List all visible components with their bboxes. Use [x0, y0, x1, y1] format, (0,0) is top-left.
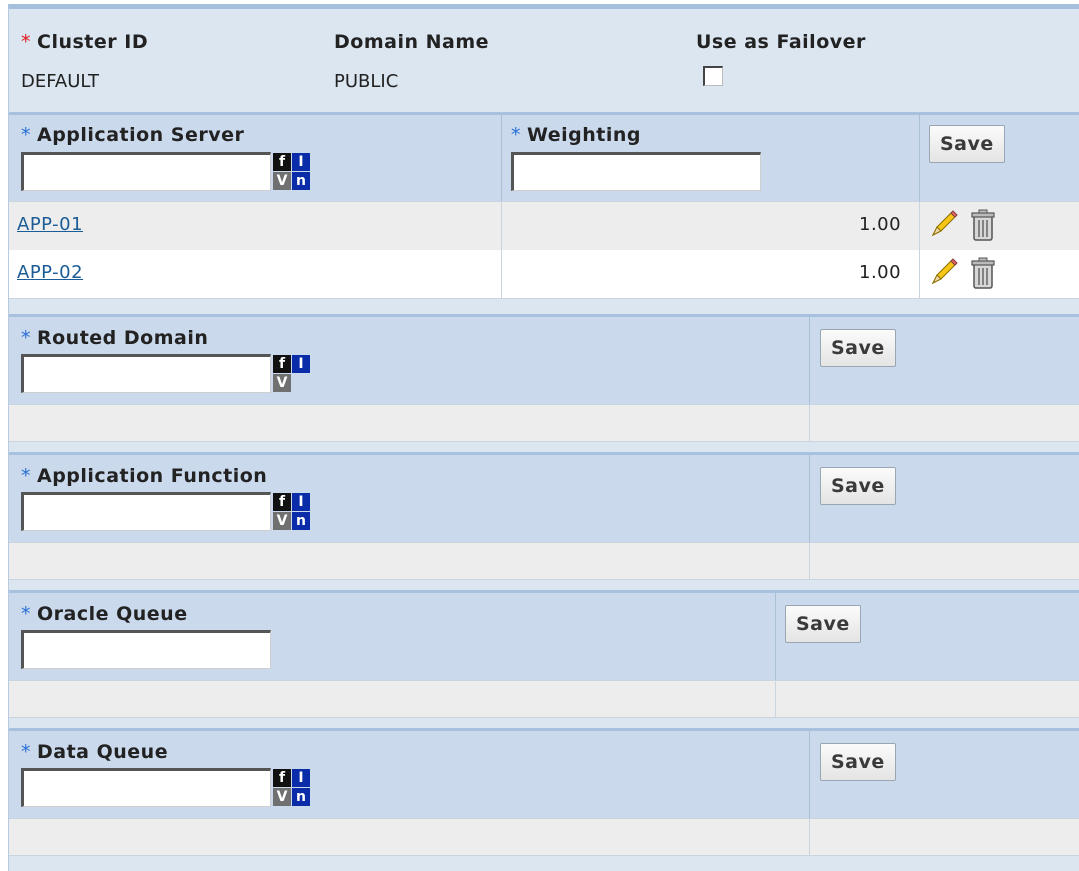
app-server-label: * Application Server — [21, 124, 245, 146]
empty-row — [9, 818, 1079, 856]
save-app-server-button[interactable]: Save — [929, 125, 1005, 163]
table-row: APP-02 1.00 — [9, 250, 1079, 299]
prompt-i-icon[interactable]: I — [292, 769, 310, 787]
prompt-f-icon[interactable]: f — [273, 769, 291, 787]
routed-domain-header: * Routed Domain f I V Save — [9, 314, 1079, 404]
table-row: APP-01 1.00 — [9, 201, 1079, 251]
required-marker: * — [21, 31, 31, 53]
app-server-header: * Application Server f I V n * Weighting S… — [9, 112, 1079, 201]
app-function-header: * Application Function f I V n Save — [9, 452, 1079, 542]
app-function-label: * Application Function — [21, 465, 268, 487]
app-server-input[interactable] — [21, 152, 271, 191]
trash-icon[interactable] — [969, 256, 997, 290]
divider — [501, 115, 502, 201]
domain-name-label: Domain Name — [334, 31, 490, 53]
prompt-i-icon[interactable]: I — [292, 493, 310, 511]
oracle-queue-input[interactable] — [21, 630, 271, 669]
prompt-n-icon[interactable]: n — [292, 788, 310, 806]
prompt-i-icon[interactable]: I — [292, 355, 310, 373]
prompt-f-icon[interactable]: f — [273, 493, 291, 511]
empty-row — [9, 404, 1079, 442]
prompt-v-icon[interactable]: V — [273, 172, 291, 190]
data-queue-label: * Data Queue — [21, 741, 169, 763]
weighting-value: 1.00 — [859, 214, 902, 235]
weighting-value: 1.00 — [859, 262, 902, 283]
prompt-v-icon[interactable]: V — [273, 374, 291, 392]
routed-domain-input[interactable] — [21, 354, 271, 393]
save-oracle-queue-button[interactable]: Save — [785, 605, 861, 643]
save-routed-domain-button[interactable]: Save — [820, 329, 896, 367]
pencil-icon[interactable] — [927, 209, 959, 241]
weighting-input[interactable] — [511, 152, 761, 191]
data-queue-header: * Data Queue f I V n Save — [9, 728, 1079, 818]
app-server-link[interactable]: APP-02 — [17, 262, 83, 283]
app-server-link[interactable]: APP-01 — [17, 214, 83, 235]
prompt-n-icon[interactable]: n — [292, 512, 310, 530]
prompt-f-icon[interactable]: f — [273, 355, 291, 373]
prompt-f-icon[interactable]: f — [273, 153, 291, 171]
cluster-detail-panel: * Cluster ID DEFAULT Domain Name PUBLIC U… — [8, 4, 1079, 871]
cluster-id-label: * Cluster ID — [21, 31, 149, 53]
app-function-input[interactable] — [21, 492, 271, 531]
failover-label: Use as Failover — [696, 31, 866, 53]
pencil-icon[interactable] — [927, 257, 959, 289]
empty-row — [9, 680, 1079, 718]
routed-domain-label: * Routed Domain — [21, 327, 209, 349]
prompt-n-icon[interactable]: n — [292, 172, 310, 190]
trash-icon[interactable] — [969, 208, 997, 242]
prompt-v-icon[interactable]: V — [273, 512, 291, 530]
prompt-v-icon[interactable]: V — [273, 788, 291, 806]
weighting-label: * Weighting — [511, 124, 642, 146]
oracle-queue-header: * Oracle Queue Save — [9, 590, 1079, 680]
empty-row — [9, 542, 1079, 580]
save-app-function-button[interactable]: Save — [820, 467, 896, 505]
oracle-queue-label: * Oracle Queue — [21, 603, 188, 625]
data-queue-input[interactable] — [21, 768, 271, 807]
divider — [919, 115, 920, 201]
use-as-failover-checkbox[interactable] — [703, 66, 723, 86]
cluster-id-value: DEFAULT — [21, 71, 99, 92]
domain-name-value: PUBLIC — [334, 71, 399, 92]
save-data-queue-button[interactable]: Save — [820, 743, 896, 781]
prompt-i-icon[interactable]: I — [292, 153, 310, 171]
